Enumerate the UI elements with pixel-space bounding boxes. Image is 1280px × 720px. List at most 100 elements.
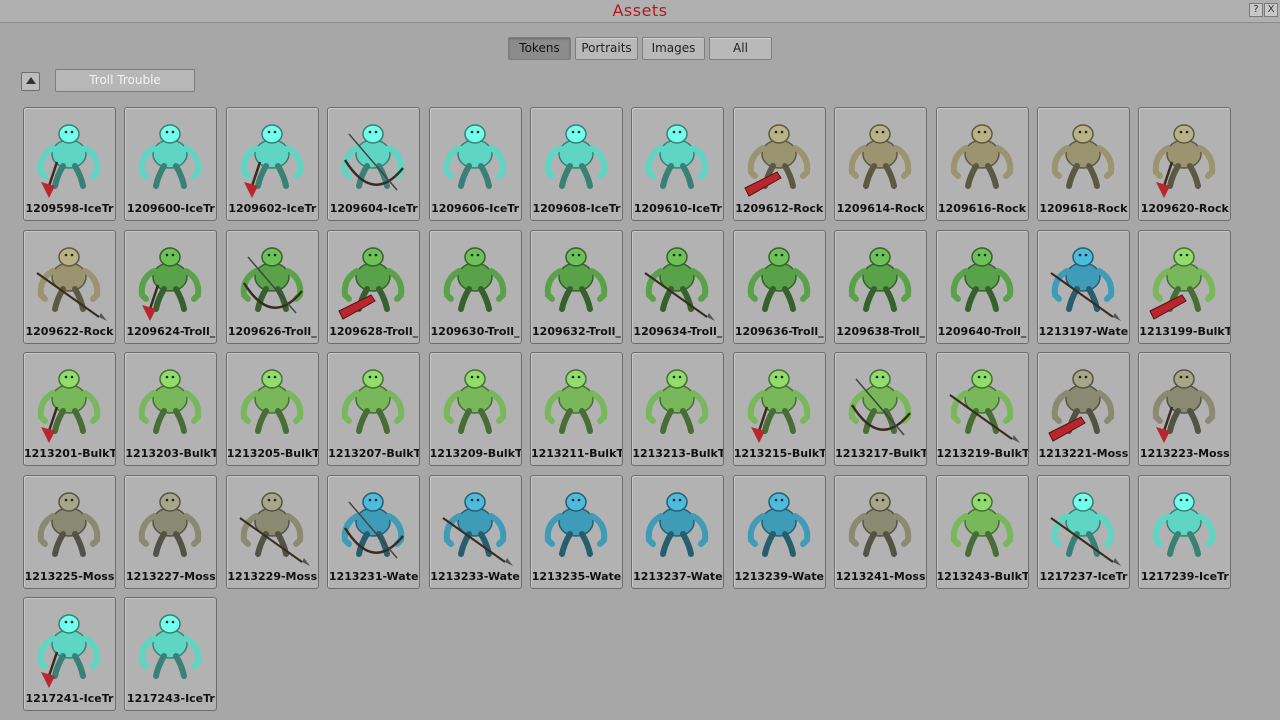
token-tile[interactable]: 1213211-BulkT: [529, 352, 623, 466]
token-tile[interactable]: 1209630-Troll_: [428, 229, 522, 344]
token-label: 1209630-Troll_: [430, 324, 520, 338]
token-label: 1209626-Troll_: [227, 324, 317, 338]
troll-token-icon: [848, 124, 912, 189]
token-tile[interactable]: 1209618-Rock: [1036, 107, 1130, 221]
troll-token-icon: [848, 369, 912, 436]
token-tile[interactable]: 1213209-BulkT: [428, 352, 522, 466]
token-label: 1209622-Rock: [25, 324, 114, 338]
token-tile[interactable]: 1213225-Moss: [23, 474, 116, 589]
token-label: 1213197-Wate: [1038, 324, 1129, 338]
token-tile[interactable]: 1209638-Troll_: [834, 229, 928, 344]
token-tile[interactable]: 1213239-Wate: [732, 474, 826, 589]
tab-tokens[interactable]: Tokens: [508, 37, 571, 60]
token-tile[interactable]: 1213231-Wate: [327, 474, 421, 589]
token-label: 1217239-IceTr: [1140, 569, 1229, 583]
window-title: Assets: [612, 1, 668, 20]
troll-token-icon: [443, 369, 506, 434]
token-label: 1209614-Rock: [836, 202, 925, 215]
token-tile[interactable]: 1213227-Moss: [124, 474, 218, 589]
token-tile[interactable]: 1217243-IceTr: [124, 597, 218, 711]
tab-images[interactable]: Images: [642, 37, 705, 60]
troll-token-icon: [544, 491, 608, 557]
token-tile[interactable]: 1213235-Wate: [529, 474, 623, 589]
troll-token-icon: [544, 369, 608, 434]
token-label: 1209612-Rock: [735, 202, 824, 215]
group-label[interactable]: Troll Trouble: [55, 69, 195, 92]
troll-token-icon: [544, 246, 608, 312]
token-tile[interactable]: 1209608-IceTr: [529, 107, 623, 221]
token-tile[interactable]: 1213221-Moss: [1036, 352, 1130, 466]
token-tile[interactable]: 1213213-BulkT: [631, 352, 725, 466]
token-tile[interactable]: 1213197-Wate: [1036, 229, 1130, 344]
troll-token-icon: [646, 369, 709, 434]
token-tile[interactable]: 1213223-Moss: [1138, 352, 1232, 466]
token-tile[interactable]: 1209614-Rock: [834, 107, 928, 221]
token-tile[interactable]: 1213199-BulkT: [1138, 229, 1232, 344]
close-button[interactable]: X: [1264, 3, 1278, 17]
token-tile[interactable]: 1213207-BulkT: [327, 352, 421, 466]
token-tile[interactable]: 1209600-IceTr: [124, 107, 218, 221]
help-button[interactable]: ?: [1249, 3, 1263, 17]
token-tile[interactable]: 1213205-BulkT: [225, 352, 319, 466]
token-label: 1213241-Moss: [835, 569, 926, 583]
token-tile[interactable]: 1209636-Troll_: [732, 229, 826, 344]
token-tile[interactable]: 1209626-Troll_: [225, 229, 319, 344]
troll-token-icon: [646, 124, 709, 189]
troll-token-icon: [1153, 491, 1216, 557]
token-tile[interactable]: 1209640-Troll_: [935, 229, 1029, 344]
troll-token-icon: [747, 369, 810, 443]
token-tile[interactable]: 1209634-Troll_: [631, 229, 725, 344]
troll-token-icon: [950, 246, 1013, 312]
token-label: 1209598-IceTr: [25, 202, 114, 215]
troll-token-icon: [744, 124, 810, 197]
token-label: 1213205-BulkT: [226, 447, 318, 460]
troll-token-icon: [37, 369, 101, 443]
token-tile[interactable]: 1217241-IceTr: [23, 597, 116, 711]
token-tile[interactable]: 1209610-IceTr: [631, 107, 725, 221]
token-label: 1213199-BulkT: [1139, 324, 1231, 338]
token-tile[interactable]: 1209622-Rock: [23, 229, 116, 344]
troll-token-icon: [139, 614, 202, 679]
token-label: 1213229-Moss: [227, 569, 318, 583]
token-tile[interactable]: 1209632-Troll_: [529, 229, 623, 344]
tab-portraits[interactable]: Portraits: [575, 37, 638, 60]
token-tile[interactable]: 1209602-IceTr: [225, 107, 319, 221]
token-tile[interactable]: 1209604-IceTr: [327, 107, 421, 221]
token-label: 1213207-BulkT: [328, 447, 420, 460]
troll-token-icon: [139, 369, 202, 434]
troll-token-icon: [441, 491, 513, 566]
token-tile[interactable]: 1209620-Rock: [1138, 107, 1232, 221]
token-tile[interactable]: 1209598-IceTr: [23, 107, 116, 221]
token-tile[interactable]: 1213237-Wate: [631, 474, 725, 589]
token-tile[interactable]: 1217239-IceTr: [1138, 474, 1232, 589]
collapse-group-button[interactable]: [21, 72, 40, 91]
token-tile[interactable]: 1209606-IceTr: [428, 107, 522, 221]
token-label: 1209606-IceTr: [431, 202, 520, 215]
token-tile[interactable]: 1209624-Troll_: [124, 229, 218, 344]
token-tile[interactable]: 1213219-BulkT: [935, 352, 1029, 466]
token-tile[interactable]: 1209616-Rock: [935, 107, 1029, 221]
token-tile[interactable]: 1213233-Wate: [428, 474, 522, 589]
token-tile[interactable]: 1213203-BulkT: [124, 352, 218, 466]
token-label: 1213237-Wate: [633, 569, 723, 583]
token-tile[interactable]: 1217237-IceTr: [1036, 474, 1130, 589]
troll-token-icon: [544, 124, 608, 189]
token-tile[interactable]: 1209612-Rock: [732, 107, 826, 221]
troll-token-icon: [36, 246, 107, 321]
token-tile[interactable]: 1209628-Troll_: [327, 229, 421, 344]
token-label: 1213211-BulkT: [530, 447, 622, 460]
token-label: 1213213-BulkT: [632, 447, 724, 460]
token-label: 1209632-Troll_: [532, 324, 621, 338]
troll-token-icon: [1051, 124, 1115, 189]
tab-all[interactable]: All: [709, 37, 772, 60]
token-tile[interactable]: 1213217-BulkT: [834, 352, 928, 466]
token-tile[interactable]: 1213201-BulkT: [23, 352, 116, 466]
token-tile[interactable]: 1213243-BulkT: [935, 474, 1029, 589]
token-tile[interactable]: 1213241-Moss: [834, 474, 928, 589]
troll-token-icon: [948, 369, 1020, 443]
token-tile[interactable]: 1213229-Moss: [225, 474, 319, 589]
token-tile[interactable]: 1213215-BulkT: [732, 352, 826, 466]
troll-token-icon: [240, 369, 304, 434]
troll-token-icon: [747, 246, 810, 312]
token-label: 1217241-IceTr: [25, 692, 114, 705]
